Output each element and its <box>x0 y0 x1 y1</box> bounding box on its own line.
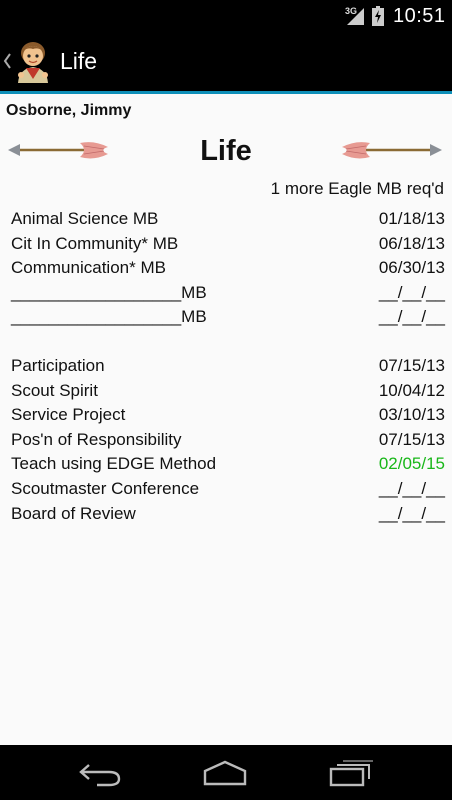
requirement-date: __/__/__ <box>378 478 445 498</box>
back-icon[interactable] <box>75 759 125 787</box>
screen: 3G 10:51 Life Osborne, Jimmy Life 1 more… <box>0 0 452 800</box>
requirement-date: 02/05/15 <box>378 454 445 474</box>
requirement-date: 07/15/13 <box>378 356 445 375</box>
requirement-row[interactable]: Board of Review __/__/__ <box>11 502 445 527</box>
requirement-date: __/__/__ <box>378 503 445 523</box>
back-chevron-icon[interactable] <box>3 53 11 69</box>
scout-name: Osborne, Jimmy <box>6 102 132 119</box>
merit-badge-row[interactable]: __________________MB __/__/__ <box>11 281 445 306</box>
merit-badge-label: __________________MB <box>11 282 207 302</box>
requirement-label: Service Project <box>11 405 126 425</box>
requirement-row[interactable]: Scout Spirit 10/04/12 <box>11 379 445 404</box>
requirement-list: Participation 07/15/13 Scout Spirit 10/0… <box>11 354 445 526</box>
status-bar: 3G 10:51 <box>0 0 452 33</box>
status-time: 10:51 <box>393 5 446 27</box>
requirement-label: Scoutmaster Conference <box>11 478 200 498</box>
merit-badge-label: __________________MB <box>11 307 207 327</box>
merit-badge-date: 06/18/13 <box>378 233 445 253</box>
merit-badge-label: Cit In Community* MB <box>11 233 179 253</box>
merit-badge-date: __/__/__ <box>378 307 445 327</box>
merit-badge-label: Animal Science MB <box>11 209 159 228</box>
signal-icon <box>347 8 364 25</box>
recents-icon[interactable] <box>327 759 377 787</box>
requirement-label: Scout Spirit <box>11 380 98 400</box>
merit-badge-date: __/__/__ <box>378 282 445 302</box>
battery-icon <box>372 6 384 26</box>
merit-badge-label: Communication* MB <box>11 258 166 278</box>
merit-badge-date: 01/18/13 <box>378 209 445 228</box>
action-bar: Life <box>0 33 452 94</box>
merit-badge-list: Animal Science MB 01/18/13 Cit In Commun… <box>11 207 445 330</box>
home-icon[interactable] <box>200 759 250 787</box>
navigation-bar <box>0 745 452 800</box>
requirement-row[interactable]: Participation 07/15/13 <box>11 354 445 379</box>
requirement-row[interactable]: Scoutmaster Conference __/__/__ <box>11 477 445 502</box>
requirement-date: 10/04/12 <box>378 380 445 400</box>
merit-badge-date: 06/30/13 <box>378 258 445 278</box>
action-bar-title: Life <box>60 48 98 74</box>
requirement-row[interactable]: Teach using EDGE Method 02/05/15 <box>11 452 445 477</box>
requirement-label: Pos'n of Responsibility <box>11 429 182 449</box>
requirement-label: Participation <box>11 356 105 375</box>
requirement-date: 07/15/13 <box>378 429 445 449</box>
arrow-right-icon <box>342 142 442 159</box>
requirement-label: Board of Review <box>11 503 136 523</box>
requirement-date: 03/10/13 <box>378 405 445 425</box>
merit-badge-row[interactable]: __________________MB __/__/__ <box>11 305 445 330</box>
rank-detail-content: Osborne, Jimmy Life 1 more Eagle MB req'… <box>0 94 452 745</box>
requirement-label: Teach using EDGE Method <box>11 454 217 474</box>
requirement-row[interactable]: Service Project 03/10/13 <box>11 403 445 428</box>
eagle-mb-note: 1 more Eagle MB req'd <box>270 179 444 198</box>
merit-badge-row[interactable]: Communication* MB 06/30/13 <box>11 256 445 281</box>
merit-badge-row[interactable]: Cit In Community* MB 06/18/13 <box>11 232 445 257</box>
merit-badge-row[interactable]: Animal Science MB 01/18/13 <box>11 207 445 232</box>
requirement-row[interactable]: Pos'n of Responsibility 07/15/13 <box>11 428 445 453</box>
scout-logo-icon[interactable] <box>12 39 54 85</box>
